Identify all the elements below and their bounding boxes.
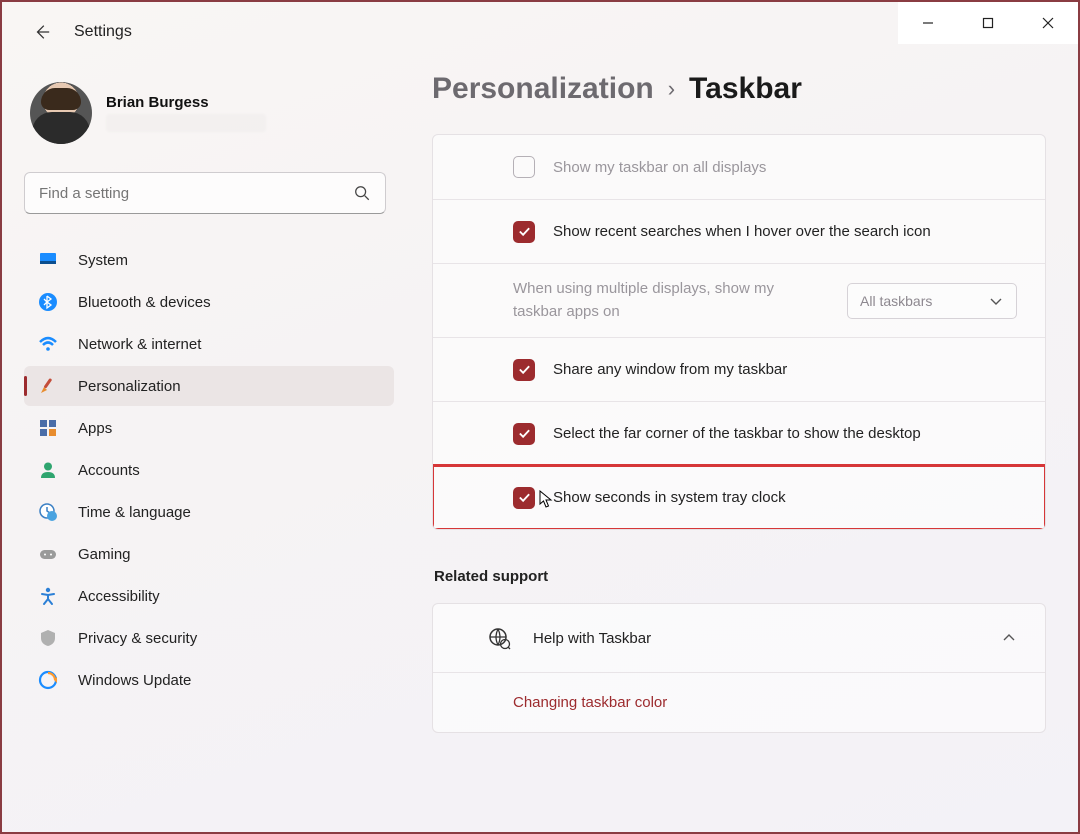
setting-multi-display: When using multiple displays, show my ta… bbox=[433, 263, 1045, 337]
setting-show-all-displays: Show my taskbar on all displays bbox=[433, 135, 1045, 199]
link-changing-taskbar-color[interactable]: Changing taskbar color bbox=[433, 672, 1045, 732]
checkbox-checked[interactable] bbox=[513, 221, 535, 243]
setting-show-seconds[interactable]: Show seconds in system tray clock bbox=[433, 465, 1045, 529]
setting-share-window[interactable]: Share any window from my taskbar bbox=[433, 337, 1045, 401]
sidebar-item-label: Accessibility bbox=[78, 588, 160, 605]
gamepad-icon bbox=[38, 544, 58, 564]
sidebar-item-accounts[interactable]: Accounts bbox=[24, 450, 394, 490]
sidebar-item-windows-update[interactable]: Windows Update bbox=[24, 660, 394, 700]
taskbar-behaviors-panel: Show my taskbar on all displays Show rec… bbox=[432, 134, 1046, 530]
wifi-icon bbox=[38, 334, 58, 354]
accessibility-icon bbox=[38, 586, 58, 606]
breadcrumb-parent[interactable]: Personalization bbox=[432, 72, 654, 106]
multi-display-dropdown: All taskbars bbox=[847, 283, 1017, 319]
clock-globe-icon bbox=[38, 502, 58, 522]
sidebar-item-label: Time & language bbox=[78, 504, 191, 521]
setting-label: Select the far corner of the taskbar to … bbox=[553, 423, 921, 444]
setting-label: Show recent searches when I hover over t… bbox=[553, 221, 931, 242]
app-title: Settings bbox=[74, 23, 132, 41]
checkbox-checked[interactable] bbox=[513, 487, 535, 509]
dropdown-value: All taskbars bbox=[860, 293, 932, 309]
close-button[interactable] bbox=[1018, 2, 1078, 44]
link-label: Changing taskbar color bbox=[513, 694, 667, 711]
sidebar-item-label: Privacy & security bbox=[78, 630, 197, 647]
sidebar-item-label: Accounts bbox=[78, 462, 140, 479]
sidebar-item-bluetooth[interactable]: Bluetooth & devices bbox=[24, 282, 394, 322]
setting-label: When using multiple displays, show my ta… bbox=[513, 278, 813, 323]
person-icon bbox=[38, 460, 58, 480]
sidebar-item-apps[interactable]: Apps bbox=[24, 408, 394, 448]
setting-label: Show seconds in system tray clock bbox=[553, 487, 786, 508]
search-field[interactable] bbox=[39, 185, 353, 202]
setting-label: Share any window from my taskbar bbox=[553, 359, 787, 380]
back-button[interactable] bbox=[32, 22, 52, 42]
setting-far-corner[interactable]: Select the far corner of the taskbar to … bbox=[433, 401, 1045, 465]
sidebar-item-gaming[interactable]: Gaming bbox=[24, 534, 394, 574]
apps-icon bbox=[38, 418, 58, 438]
minimize-button[interactable] bbox=[898, 2, 958, 44]
sidebar-item-personalization[interactable]: Personalization bbox=[24, 366, 394, 406]
related-support-heading: Related support bbox=[434, 568, 1046, 585]
shield-icon bbox=[38, 628, 58, 648]
setting-recent-searches[interactable]: Show recent searches when I hover over t… bbox=[433, 199, 1045, 263]
chevron-down-icon bbox=[988, 293, 1004, 309]
sidebar-item-label: Personalization bbox=[78, 378, 181, 395]
sidebar-item-privacy[interactable]: Privacy & security bbox=[24, 618, 394, 658]
chevron-up-icon bbox=[1001, 630, 1017, 646]
profile-email bbox=[106, 114, 266, 132]
search-icon bbox=[353, 184, 371, 202]
related-support-panel: Help with Taskbar Changing taskbar color bbox=[432, 603, 1046, 733]
breadcrumb: Personalization › Taskbar bbox=[432, 72, 1046, 106]
sidebar-item-label: Network & internet bbox=[78, 336, 201, 353]
sidebar-item-network[interactable]: Network & internet bbox=[24, 324, 394, 364]
maximize-button[interactable] bbox=[958, 2, 1018, 44]
sidebar-item-system[interactable]: System bbox=[24, 240, 394, 280]
checkbox-unchecked bbox=[513, 156, 535, 178]
sidebar-item-accessibility[interactable]: Accessibility bbox=[24, 576, 394, 616]
avatar bbox=[30, 82, 92, 144]
sidebar-item-label: Windows Update bbox=[78, 672, 191, 689]
profile-name: Brian Burgess bbox=[106, 94, 266, 111]
update-icon bbox=[38, 670, 58, 690]
breadcrumb-current: Taskbar bbox=[689, 72, 802, 106]
profile-block[interactable]: Brian Burgess bbox=[24, 82, 394, 144]
sidebar-item-label: Gaming bbox=[78, 546, 131, 563]
checkbox-checked[interactable] bbox=[513, 423, 535, 445]
globe-help-icon bbox=[487, 626, 511, 650]
search-input[interactable] bbox=[24, 172, 386, 214]
help-label: Help with Taskbar bbox=[533, 630, 979, 647]
bluetooth-icon bbox=[38, 292, 58, 312]
help-with-taskbar[interactable]: Help with Taskbar bbox=[433, 604, 1045, 672]
checkbox-checked[interactable] bbox=[513, 359, 535, 381]
paintbrush-icon bbox=[38, 376, 58, 396]
sidebar-item-time-language[interactable]: Time & language bbox=[24, 492, 394, 532]
display-icon bbox=[38, 250, 58, 270]
sidebar-item-label: System bbox=[78, 252, 128, 269]
sidebar-item-label: Bluetooth & devices bbox=[78, 294, 211, 311]
setting-label: Show my taskbar on all displays bbox=[553, 157, 766, 178]
sidebar-item-label: Apps bbox=[78, 420, 112, 437]
chevron-right-icon: › bbox=[668, 76, 675, 102]
